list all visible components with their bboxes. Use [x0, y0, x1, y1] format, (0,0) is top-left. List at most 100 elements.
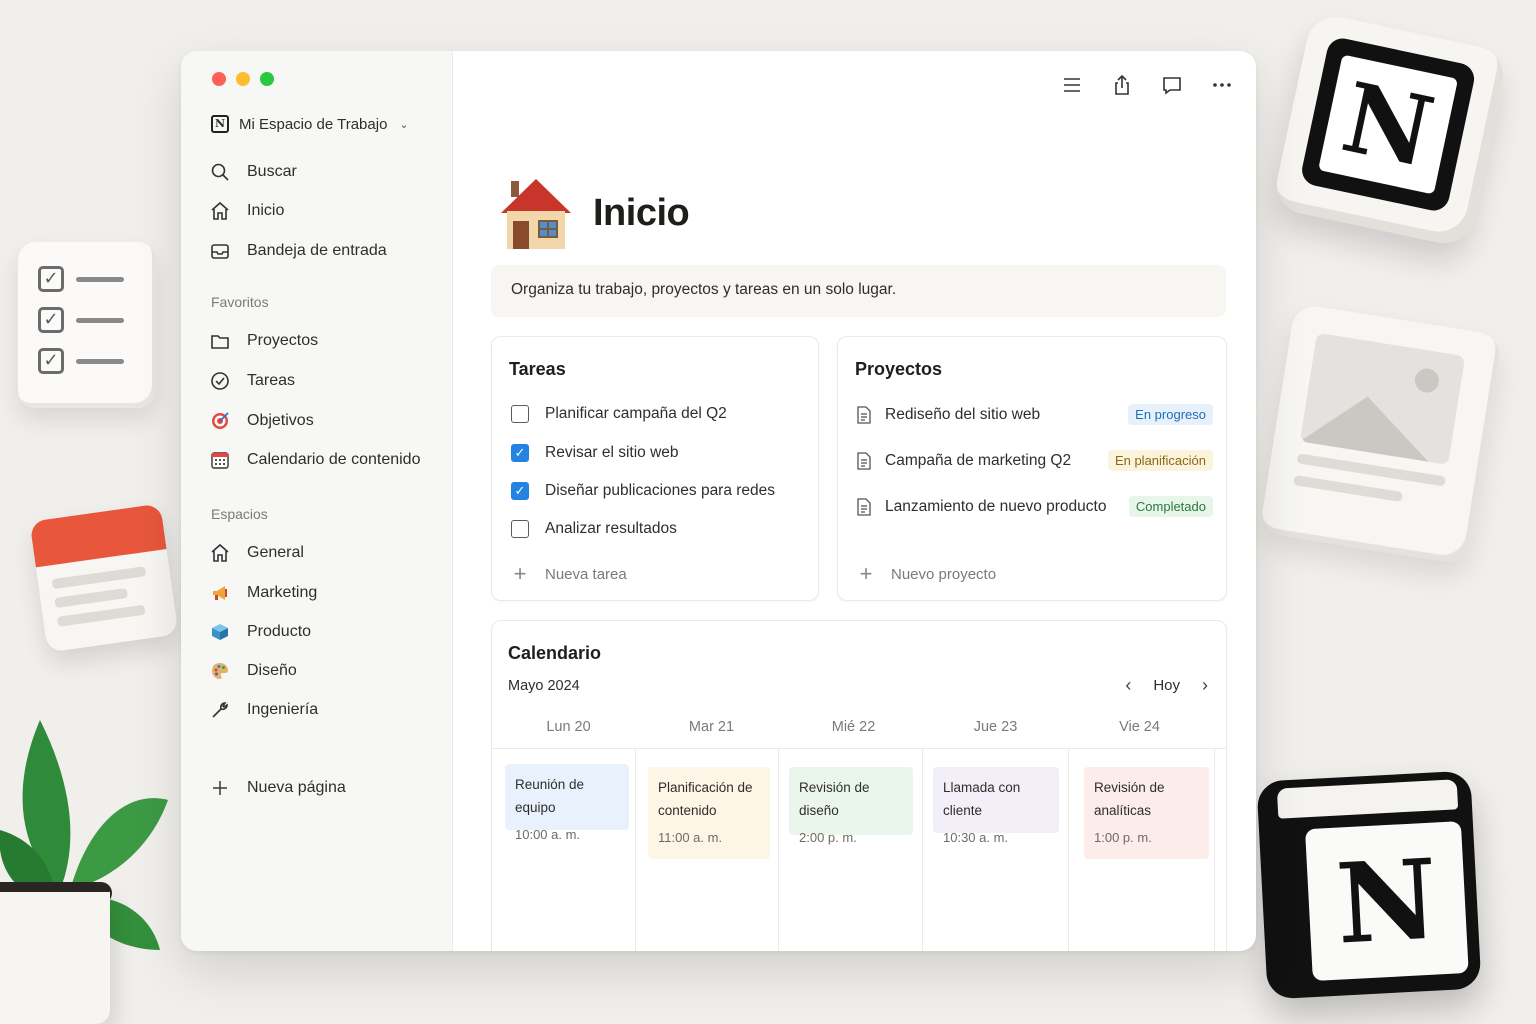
- checklist-decoration: ✓ ✓ ✓: [18, 242, 156, 408]
- calendar-event[interactable]: Revisión de analíticas 1:00 p. m.: [1084, 767, 1209, 859]
- plus-icon: +: [859, 561, 873, 586]
- sidebar-item-label: General: [247, 544, 304, 561]
- document-icon: [857, 405, 871, 424]
- chevron-down-icon: ⌄: [399, 118, 409, 131]
- megaphone-icon: [209, 582, 231, 604]
- event-title: Reunión de equipo: [515, 777, 585, 815]
- calendar-event[interactable]: Planificación de contenido 11:00 a. m.: [648, 767, 770, 859]
- event-title: Llamada con cliente: [943, 780, 1021, 818]
- task-item[interactable]: ✓ Diseñar publicaciones para redes: [511, 482, 775, 500]
- today-button[interactable]: Hoy: [1153, 677, 1180, 694]
- event-title: Revisión de diseño: [799, 780, 870, 818]
- inbox-icon: [209, 240, 231, 262]
- project-item[interactable]: Lanzamiento de nuevo producto Completado: [855, 496, 1213, 517]
- sidebar-item-engineering[interactable]: Ingeniería: [209, 695, 318, 725]
- calendar-divider: [492, 748, 1226, 749]
- chevron-right-icon[interactable]: ›: [1202, 675, 1208, 696]
- task-checkbox[interactable]: ✓: [511, 444, 529, 462]
- task-label: Planificar campaña del Q2: [545, 405, 727, 422]
- comments-button[interactable]: [1160, 73, 1184, 97]
- menu-button[interactable]: [1060, 73, 1084, 97]
- new-task-button[interactable]: + Nueva tarea: [511, 561, 627, 587]
- sidebar-item-marketing[interactable]: Marketing: [209, 578, 317, 608]
- task-label: Analizar resultados: [545, 520, 677, 537]
- projects-card: Proyectos Rediseño del sitio web En prog…: [837, 336, 1227, 601]
- task-item[interactable]: ✓ Revisar el sitio web: [511, 444, 679, 462]
- task-item[interactable]: Analizar resultados: [511, 520, 677, 538]
- cube-icon: [209, 621, 231, 643]
- sidebar-item-tasks[interactable]: Tareas: [209, 366, 295, 396]
- sidebar-item-product[interactable]: Producto: [209, 617, 311, 647]
- project-name: Campaña de marketing Q2: [885, 451, 1072, 469]
- folder-icon: [209, 330, 231, 352]
- notion-logo-icon: N: [211, 115, 229, 133]
- new-page-label: Nueva página: [247, 779, 346, 796]
- task-checkbox[interactable]: ✓: [511, 482, 529, 500]
- calendar-icon: [209, 449, 231, 471]
- palette-icon: [209, 660, 231, 682]
- sidebar-item-inbox[interactable]: Bandeja de entrada: [209, 236, 387, 266]
- status-badge: En progreso: [1128, 404, 1213, 425]
- sidebar-item-content-calendar[interactable]: Calendario de contenido: [209, 445, 420, 475]
- more-options-button[interactable]: [1210, 73, 1234, 97]
- sidebar-item-goals[interactable]: Objetivos: [209, 406, 314, 436]
- task-checkbox[interactable]: [511, 405, 529, 423]
- close-window-button[interactable]: [212, 72, 226, 86]
- search-icon: [209, 161, 231, 183]
- day-header: Vie 24: [1119, 719, 1160, 735]
- new-task-label: Nueva tarea: [545, 565, 627, 583]
- project-item[interactable]: Rediseño del sitio web En progreso: [855, 404, 1213, 425]
- sidebar-item-label: Calendario de contenido: [247, 451, 421, 468]
- calendar-title: Calendario: [508, 643, 602, 663]
- column-divider: [1214, 748, 1215, 951]
- page-title: Inicio: [593, 191, 690, 234]
- calendar-event[interactable]: Revisión de diseño 2:00 p. m.: [789, 767, 913, 845]
- sidebar-item-label: Tareas: [247, 372, 296, 389]
- spaces-section-label: Espacios: [211, 506, 268, 522]
- sidebar-item-design[interactable]: Diseño: [209, 656, 297, 686]
- menu-icon: [1064, 78, 1080, 92]
- share-button[interactable]: [1110, 73, 1134, 97]
- new-page-button[interactable]: Nueva página: [209, 773, 346, 803]
- task-item[interactable]: Planificar campaña del Q2: [511, 405, 727, 423]
- column-divider: [922, 748, 923, 951]
- maximize-window-button[interactable]: [260, 72, 274, 86]
- home-icon: [209, 200, 231, 222]
- calendar-month: Mayo 2024: [508, 678, 580, 694]
- sidebar-item-label: Proyectos: [247, 332, 319, 349]
- check-circle-icon: [209, 370, 231, 392]
- status-badge: En planificación: [1107, 450, 1213, 471]
- project-name: Rediseño del sitio web: [885, 405, 1041, 423]
- minimize-window-button[interactable]: [236, 72, 250, 86]
- day-header: Mié 22: [831, 719, 876, 735]
- status-badge: Completado: [1128, 496, 1213, 517]
- event-title: Revisión de analíticas: [1094, 780, 1165, 818]
- column-divider: [635, 748, 636, 951]
- project-item[interactable]: Campaña de marketing Q2 En planificación: [855, 450, 1213, 471]
- calendar-event[interactable]: Reunión de equipo 10:00 a. m.: [505, 764, 629, 842]
- wrench-icon: [209, 699, 231, 721]
- share-icon: [1115, 74, 1129, 95]
- day-header: Mar 21: [688, 719, 735, 735]
- task-label: Diseñar publicaciones para redes: [545, 482, 776, 499]
- sidebar-item-projects[interactable]: Proyectos: [209, 326, 318, 356]
- calendar-event[interactable]: Llamada con cliente 10:30 a. m.: [933, 767, 1059, 845]
- target-icon: [209, 410, 231, 432]
- tasks-title: Tareas: [509, 359, 566, 379]
- chevron-left-icon[interactable]: ‹: [1125, 675, 1131, 696]
- sidebar-item-label: Buscar: [247, 163, 297, 180]
- workspace-switcher[interactable]: N Mi Espacio de Trabajo ⌄: [211, 115, 409, 133]
- workspace-name: Mi Espacio de Trabajo: [239, 115, 388, 133]
- new-project-button[interactable]: + Nuevo proyecto: [857, 561, 997, 587]
- sidebar-item-label: Diseño: [247, 662, 297, 679]
- column-divider: [1068, 748, 1069, 951]
- sidebar-item-search[interactable]: Buscar: [209, 157, 297, 187]
- calendar-card: Calendario Mayo 2024 ‹ Hoy › Lun 20 Mar …: [491, 620, 1227, 951]
- home-icon: [209, 542, 231, 564]
- task-checkbox[interactable]: [511, 520, 529, 538]
- sidebar-item-home[interactable]: Inicio: [209, 196, 284, 226]
- sidebar-item-label: Bandeja de entrada: [247, 242, 387, 259]
- sidebar-item-general[interactable]: General: [209, 538, 304, 568]
- comment-icon: [1163, 77, 1181, 95]
- sidebar-item-label: Ingeniería: [247, 701, 319, 718]
